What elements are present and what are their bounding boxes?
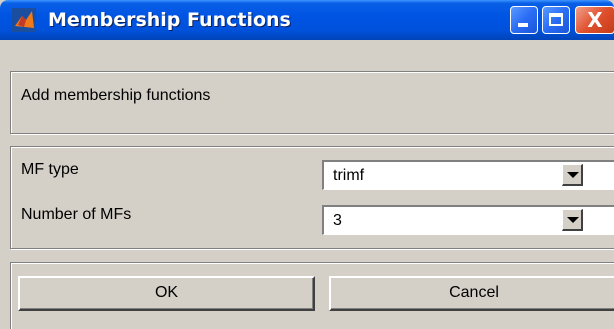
close-icon: X: [587, 8, 603, 32]
header-panel: Add membership functions: [10, 71, 614, 134]
num-mfs-label: Number of MFs: [21, 206, 132, 223]
minimize-button[interactable]: [510, 6, 538, 34]
header-text: Add membership functions: [21, 87, 211, 104]
num-mfs-dropdown[interactable]: 3: [322, 205, 614, 235]
mf-type-label: MF type: [21, 161, 79, 178]
chevron-down-icon: [567, 172, 579, 178]
title-bar[interactable]: Membership Functions X: [0, 0, 614, 40]
ok-button[interactable]: OK: [18, 276, 315, 311]
window-title: Membership Functions: [48, 9, 291, 31]
cancel-button[interactable]: Cancel: [329, 276, 614, 311]
num-mfs-value: 3: [333, 212, 342, 229]
minimize-icon: [518, 23, 528, 27]
mf-type-value: trimf: [333, 167, 365, 184]
num-mfs-dropdown-button[interactable]: [562, 209, 583, 231]
maximize-icon: [549, 13, 563, 26]
maximize-button[interactable]: [542, 6, 570, 34]
chevron-down-icon: [567, 217, 579, 223]
membership-functions-dialog: Membership Functions X Add membership fu…: [0, 0, 614, 329]
mf-type-dropdown-button[interactable]: [562, 164, 583, 186]
mf-type-dropdown[interactable]: trimf: [322, 160, 614, 190]
close-button[interactable]: X: [575, 6, 614, 34]
matlab-icon: [12, 8, 36, 32]
